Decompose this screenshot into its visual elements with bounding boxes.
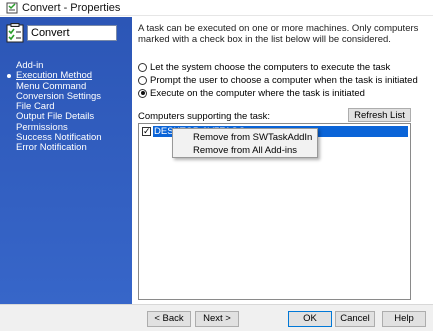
execution-description: A task can be executed on one or more ma… (138, 23, 419, 45)
context-menu: Remove from SWTaskAddIn Remove from All … (172, 128, 318, 158)
option-label: Let the system choose the computers to e… (150, 61, 391, 73)
next-button[interactable]: Next > (195, 311, 239, 327)
option-execute-local[interactable]: Execute on the computer where the task i… (138, 87, 365, 99)
ok-button[interactable]: OK (288, 311, 332, 327)
sidebar-item-label: Error Notification (16, 142, 87, 154)
task-name-input[interactable] (27, 25, 117, 41)
radio-button[interactable] (138, 75, 147, 85)
refresh-list-button[interactable]: Refresh List (348, 108, 411, 122)
sidebar-nav: Add-in Execution Method Menu Command Con… (0, 60, 132, 154)
sidebar: Add-in Execution Method Menu Command Con… (0, 17, 132, 304)
sidebar-item-error-notification[interactable]: Error Notification (0, 143, 132, 153)
option-prompt-user[interactable]: Prompt the user to choose a computer whe… (138, 74, 418, 86)
radio-button[interactable] (138, 62, 147, 72)
radio-button-selected[interactable] (138, 88, 147, 98)
window-title: Convert - Properties (22, 2, 121, 14)
menu-item-remove-from-addin[interactable]: Remove from SWTaskAddIn (173, 131, 317, 144)
dialog-footer: < Back Next > OK Cancel Help (0, 304, 433, 331)
task-clipboard-icon (6, 23, 24, 43)
option-system-choose[interactable]: Let the system choose the computers to e… (138, 61, 390, 73)
check-icon: ✓ (143, 126, 151, 136)
main-panel: A task can be executed on one or more ma… (132, 17, 433, 304)
back-button[interactable]: < Back (147, 311, 191, 327)
option-label: Prompt the user to choose a computer whe… (150, 74, 418, 86)
title-bar: Convert - Properties (0, 0, 433, 16)
menu-item-remove-from-all[interactable]: Remove from All Add-ins (173, 144, 317, 157)
computer-checkbox[interactable]: ✓ (142, 126, 151, 136)
cancel-button[interactable]: Cancel (335, 311, 375, 327)
computers-label: Computers supporting the task: (138, 111, 271, 122)
option-label: Execute on the computer where the task i… (150, 87, 365, 99)
help-button[interactable]: Help (382, 311, 426, 327)
active-bullet-icon (7, 74, 11, 79)
solidworks-task-icon (6, 2, 18, 14)
